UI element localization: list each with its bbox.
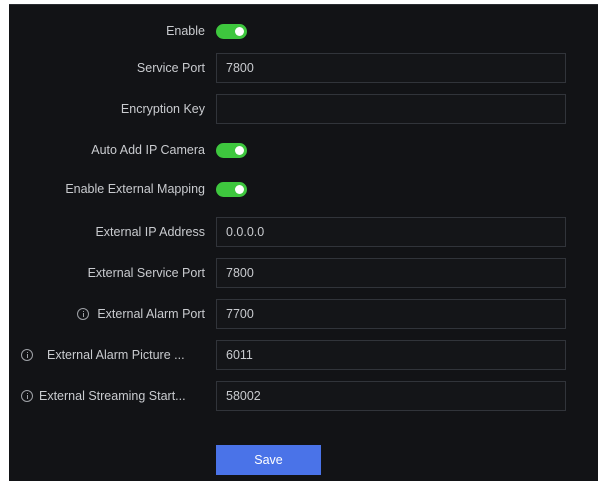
external-alarm-picture-row: External Alarm Picture ... 6011 xyxy=(9,339,598,371)
external-ip-address-row: External IP Address 0.0.0.0 xyxy=(9,216,598,248)
external-ip-address-label: External IP Address xyxy=(95,225,205,239)
external-alarm-picture-field[interactable]: 6011 xyxy=(216,340,566,370)
save-button[interactable]: Save xyxy=(216,445,321,475)
service-port-row: Service Port 7800 xyxy=(9,52,598,84)
enable-row: Enable xyxy=(9,15,598,47)
enable-external-mapping-toggle[interactable] xyxy=(216,182,247,197)
external-streaming-start-field[interactable]: 58002 xyxy=(216,381,566,411)
info-icon[interactable] xyxy=(21,390,33,402)
auto-add-ip-camera-row: Auto Add IP Camera xyxy=(9,134,598,166)
external-alarm-port-label: External Alarm Port xyxy=(97,307,205,321)
external-alarm-port-field[interactable]: 7700 xyxy=(216,299,566,329)
info-icon[interactable] xyxy=(21,349,33,361)
toggle-knob xyxy=(235,146,244,155)
external-alarm-port-row: External Alarm Port 7700 xyxy=(9,298,598,330)
external-streaming-start-label: External Streaming Start... xyxy=(39,389,186,403)
auto-add-ip-camera-toggle[interactable] xyxy=(216,143,247,158)
encryption-key-field[interactable] xyxy=(216,94,566,124)
toggle-knob xyxy=(235,185,244,194)
auto-add-ip-camera-label: Auto Add IP Camera xyxy=(91,143,205,157)
external-alarm-picture-label: External Alarm Picture ... xyxy=(47,348,185,362)
external-service-port-label: External Service Port xyxy=(87,266,205,280)
external-service-port-row: External Service Port 7800 xyxy=(9,257,598,289)
enable-label: Enable xyxy=(166,24,205,38)
toggle-knob xyxy=(235,27,244,36)
service-port-field[interactable]: 7800 xyxy=(216,53,566,83)
info-icon[interactable] xyxy=(77,308,90,320)
enable-external-mapping-row: Enable External Mapping xyxy=(9,173,598,205)
encryption-key-row: Encryption Key xyxy=(9,93,598,125)
external-streaming-start-label-group: External Streaming Start... xyxy=(21,380,186,412)
settings-panel: Enable Service Port 7800 Encryption Key … xyxy=(9,4,598,481)
enable-external-mapping-label: Enable External Mapping xyxy=(65,182,205,196)
external-ip-address-field[interactable]: 0.0.0.0 xyxy=(216,217,566,247)
external-service-port-field[interactable]: 7800 xyxy=(216,258,566,288)
encryption-key-label: Encryption Key xyxy=(120,102,205,116)
enable-toggle[interactable] xyxy=(216,24,247,39)
external-alarm-port-label-group: External Alarm Port xyxy=(77,298,205,330)
service-port-label: Service Port xyxy=(136,61,205,75)
external-alarm-picture-label-group: External Alarm Picture ... xyxy=(21,339,185,371)
external-streaming-start-row: External Streaming Start... 58002 xyxy=(9,380,598,412)
